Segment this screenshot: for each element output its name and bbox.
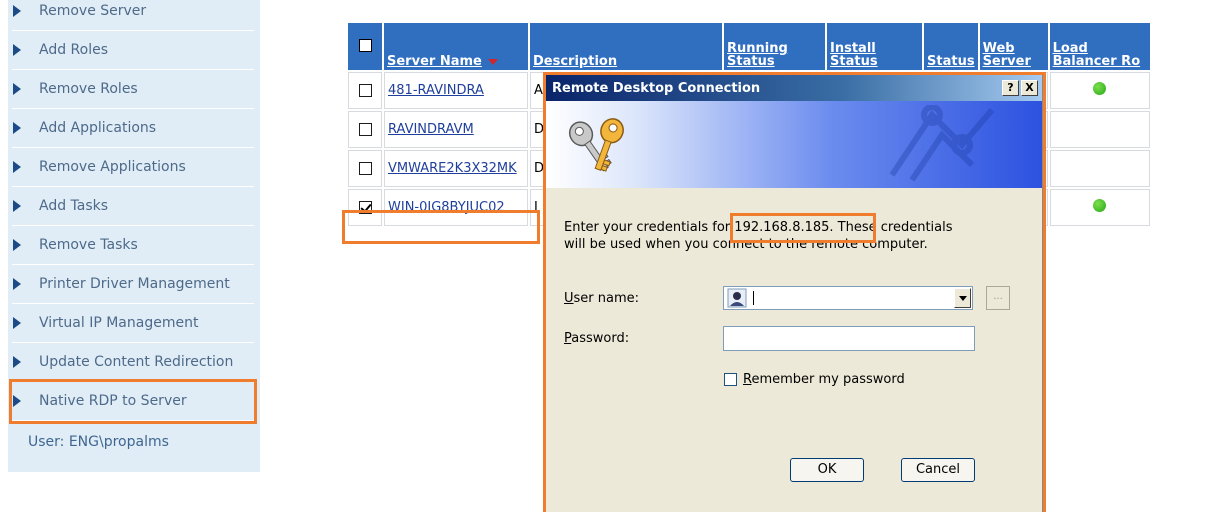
column-status-label: Status bbox=[927, 54, 975, 69]
sidebar-item-label: Update Content Redirection bbox=[39, 354, 234, 370]
sidebar-item-add-applications[interactable]: Add Applications bbox=[12, 109, 254, 148]
arrow-right-icon bbox=[13, 239, 21, 251]
sidebar-item-remove-server[interactable]: Remove Server bbox=[12, 0, 254, 31]
column-server-name-label: Server Name bbox=[387, 54, 482, 69]
column-web-server-label: Web Server bbox=[982, 41, 1031, 69]
server-name-link[interactable]: RAVINDRAVM bbox=[388, 122, 474, 137]
server-name-link[interactable]: WIN-0IG8BYJUC02 bbox=[388, 200, 505, 215]
select-all-header bbox=[348, 23, 382, 70]
arrow-right-icon bbox=[13, 356, 21, 368]
sort-desc-icon bbox=[487, 58, 498, 65]
row-checkbox-cell bbox=[348, 150, 382, 187]
row-checkbox-cell bbox=[348, 111, 382, 148]
sidebar-item-virtual-ip-management[interactable]: Virtual IP Management bbox=[12, 304, 254, 343]
column-install-status[interactable]: Install Status bbox=[827, 23, 922, 70]
row-checkbox[interactable] bbox=[358, 201, 372, 214]
column-description[interactable]: Description bbox=[530, 23, 722, 70]
sidebar-item-remove-roles[interactable]: Remove Roles bbox=[12, 70, 254, 109]
sidebar-item-label: Native RDP to Server bbox=[39, 393, 187, 409]
row-checkbox-cell bbox=[348, 189, 382, 226]
sidebar-item-printer-driver-management[interactable]: Printer Driver Management bbox=[12, 265, 254, 304]
sidebar-item-label: Remove Roles bbox=[39, 81, 138, 97]
sidebar-item-update-content-redirection[interactable]: Update Content Redirection bbox=[12, 343, 254, 382]
load-balancer-cell bbox=[1049, 72, 1150, 109]
arrow-right-icon bbox=[13, 83, 21, 95]
row-checkbox-cell bbox=[348, 72, 382, 109]
sidebar-item-label: Remove Server bbox=[39, 2, 147, 19]
sidebar-item-label: Remove Tasks bbox=[39, 237, 138, 253]
column-status[interactable]: Status bbox=[924, 23, 978, 70]
column-install-status-label: Install Status bbox=[830, 41, 878, 69]
column-running-status-label: Running Status bbox=[727, 41, 788, 69]
arrow-right-icon bbox=[13, 161, 21, 173]
column-running-status[interactable]: Running Status bbox=[724, 23, 825, 70]
select-all-checkbox[interactable] bbox=[358, 39, 372, 52]
row-checkbox[interactable] bbox=[358, 123, 372, 136]
arrow-right-icon bbox=[13, 395, 21, 407]
sidebar-item-label: Printer Driver Management bbox=[39, 276, 230, 292]
server-name-cell: 481-RAVINDRA bbox=[384, 72, 528, 109]
sidebar-item-label: Add Tasks bbox=[39, 198, 109, 214]
sidebar-item-add-tasks[interactable]: Add Tasks bbox=[12, 187, 254, 226]
sidebar-item-label: Add Roles bbox=[39, 42, 109, 58]
arrow-right-icon bbox=[13, 4, 21, 17]
status-green-icon bbox=[1093, 199, 1107, 212]
load-balancer-cell bbox=[1049, 189, 1150, 226]
dialog-highlight bbox=[543, 72, 1046, 512]
status-green-icon bbox=[1093, 82, 1107, 95]
arrow-right-icon bbox=[13, 122, 21, 134]
column-server-name[interactable]: Server Name bbox=[384, 23, 528, 70]
sidebar-item-label: Virtual IP Management bbox=[39, 315, 199, 331]
server-name-link[interactable]: 481-RAVINDRA bbox=[388, 83, 484, 98]
arrow-right-icon bbox=[13, 200, 21, 212]
sidebar-item-remove-applications[interactable]: Remove Applications bbox=[12, 148, 254, 187]
load-balancer-cell bbox=[1049, 150, 1150, 187]
sidebar-item-label: Remove Applications bbox=[39, 159, 186, 175]
row-checkbox[interactable] bbox=[358, 162, 372, 175]
column-web-server[interactable]: Web Server bbox=[979, 23, 1048, 70]
arrow-right-icon bbox=[13, 44, 21, 56]
sidebar-menu: Remove Server Add Roles Remove Roles Add… bbox=[8, 0, 260, 424]
sidebar-item-add-roles[interactable]: Add Roles bbox=[12, 31, 254, 70]
server-name-cell: WIN-0IG8BYJUC02 bbox=[384, 189, 528, 226]
sidebar: Remove Server Add Roles Remove Roles Add… bbox=[8, 0, 260, 472]
sidebar-item-remove-tasks[interactable]: Remove Tasks bbox=[12, 226, 254, 265]
arrow-right-icon bbox=[13, 317, 21, 329]
current-user-label: User: ENG\propalms bbox=[28, 434, 169, 450]
server-name-cell: VMWARE2K3X32MK bbox=[384, 150, 528, 187]
arrow-right-icon bbox=[13, 278, 21, 290]
table-header-row: Server Name Description Running Status I… bbox=[348, 23, 1150, 70]
server-name-link[interactable]: VMWARE2K3X32MK bbox=[388, 161, 517, 176]
row-checkbox[interactable] bbox=[358, 84, 372, 97]
column-load-balancer[interactable]: Load Balancer Ro bbox=[1049, 23, 1150, 70]
sidebar-item-native-rdp-to-server[interactable]: Native RDP to Server bbox=[9, 379, 257, 424]
column-load-balancer-label: Load Balancer Ro bbox=[1052, 41, 1141, 69]
load-balancer-cell bbox=[1049, 111, 1150, 148]
column-description-label: Description bbox=[533, 54, 618, 69]
sidebar-item-label: Add Applications bbox=[39, 120, 157, 136]
server-name-cell: RAVINDRAVM bbox=[384, 111, 528, 148]
